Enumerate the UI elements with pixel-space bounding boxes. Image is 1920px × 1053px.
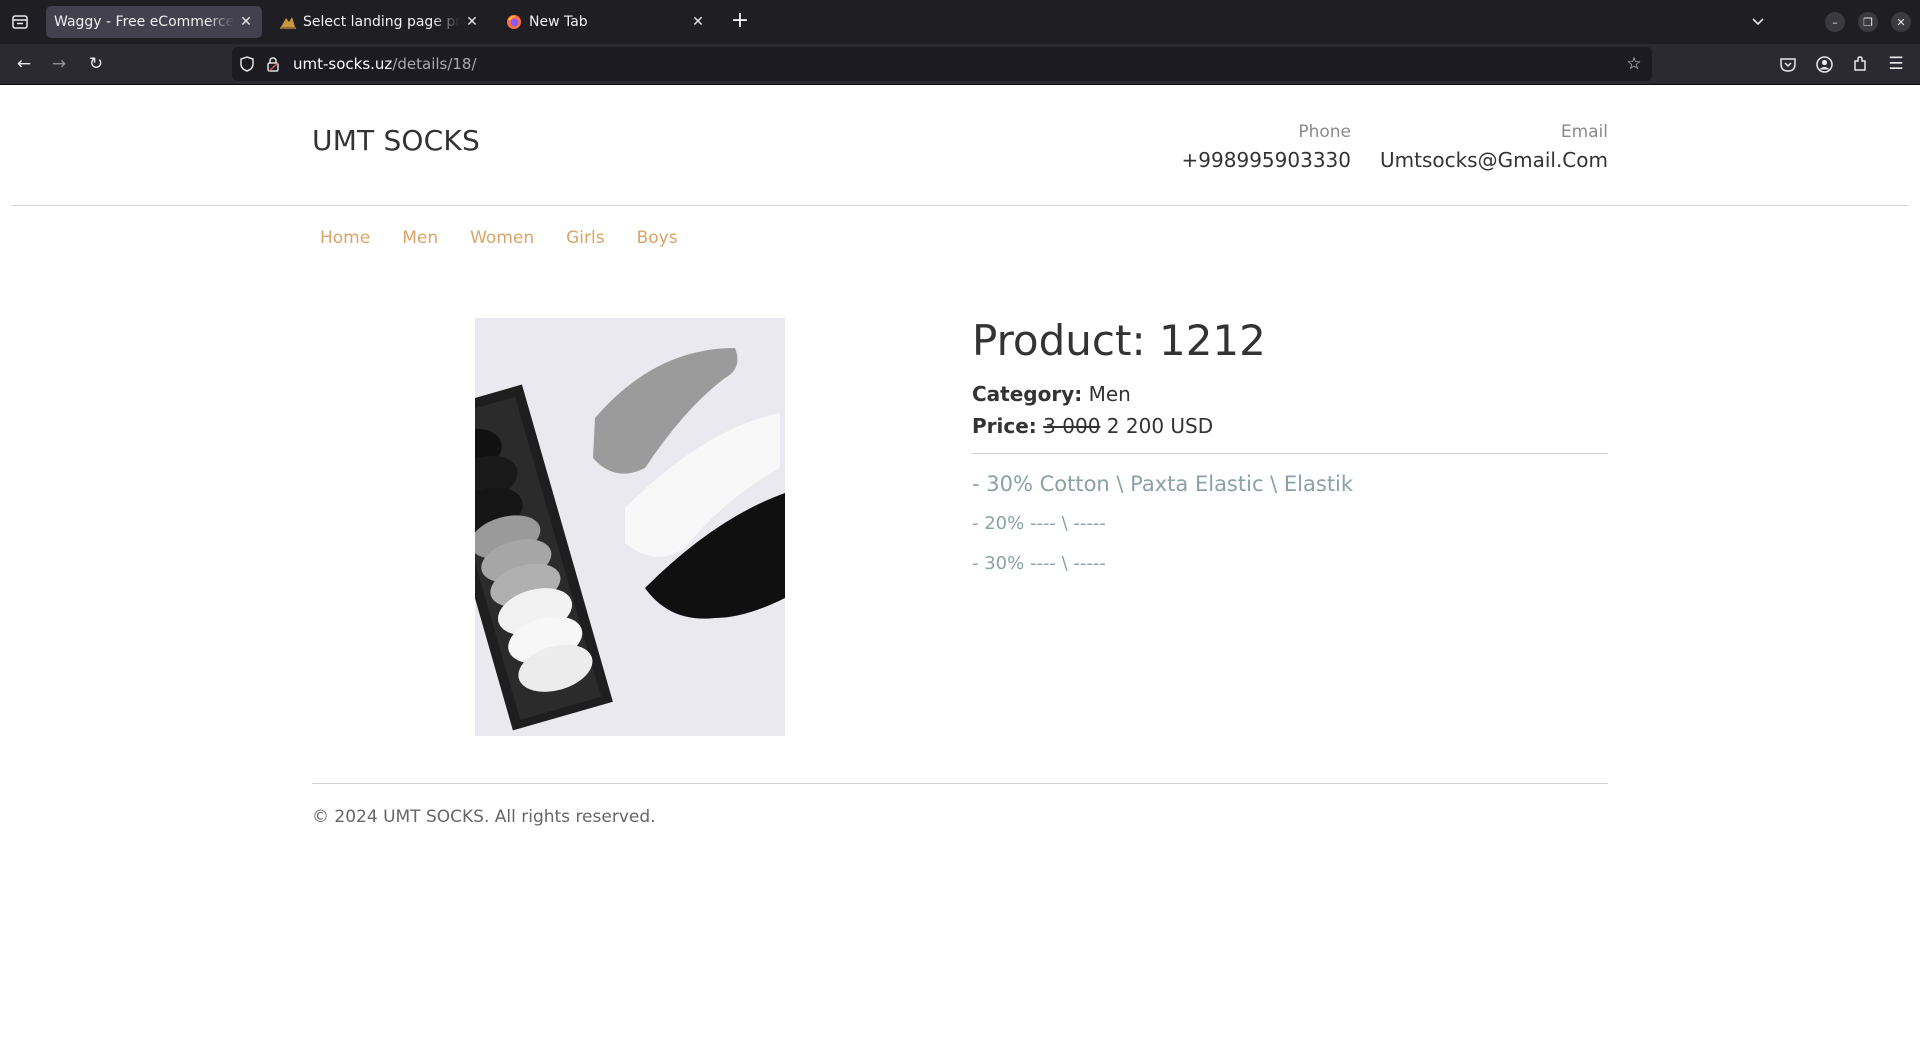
spec-line: - 20% ---- \ -----: [972, 513, 1106, 534]
main-nav: Home Men Women Girls Boys: [320, 228, 710, 248]
pocket-icon[interactable]: [1776, 52, 1800, 76]
browser-tab-bar: Waggy - Free eCommerce Pe ✕ Select landi…: [0, 0, 1920, 44]
firefox-view-icon[interactable]: [10, 12, 30, 32]
forward-icon[interactable]: →: [47, 52, 71, 76]
bookmark-star-icon[interactable]: ☆: [1624, 54, 1644, 74]
tab-title: Select landing page prod: [303, 14, 460, 30]
spec-line: - 30% Cotton \ Paxta Elastic \ Elastik: [972, 472, 1354, 496]
minimize-icon[interactable]: –: [1825, 12, 1845, 32]
account-icon[interactable]: [1812, 52, 1836, 76]
reload-icon[interactable]: ↻: [84, 52, 108, 76]
url-text[interactable]: umt-socks.uz/details/18/: [293, 55, 477, 73]
list-all-tabs-icon[interactable]: [1748, 12, 1768, 32]
menu-icon[interactable]: ☰: [1884, 52, 1908, 76]
nav-boys[interactable]: Boys: [637, 228, 678, 248]
tab-new-tab[interactable]: New Tab ✕: [498, 6, 714, 38]
lock-icon[interactable]: [264, 55, 282, 73]
email-contact: Email Umtsocks@Gmail.Com: [1380, 122, 1608, 172]
nav-men[interactable]: Men: [402, 228, 438, 248]
email-address[interactable]: Umtsocks@Gmail.Com: [1380, 148, 1608, 172]
bird-icon: [280, 14, 296, 30]
nav-girls[interactable]: Girls: [566, 228, 604, 248]
product-title: Product: 1212: [972, 316, 1266, 365]
restore-icon[interactable]: ❐: [1858, 12, 1878, 32]
product-price: Price: 3 000 2 200 USD: [972, 414, 1213, 438]
header-divider: [12, 205, 1908, 206]
close-window-icon[interactable]: ✕: [1891, 12, 1911, 32]
tab-title: New Tab: [529, 14, 588, 30]
current-price: 2 200 USD: [1106, 414, 1214, 438]
copyright-text: © 2024 UMT SOCKS. All rights reserved.: [312, 807, 656, 827]
url-domain: umt-socks.uz: [293, 55, 393, 73]
price-label: Price:: [972, 414, 1037, 438]
back-icon[interactable]: ←: [12, 52, 36, 76]
close-tab-icon[interactable]: ✕: [238, 14, 254, 30]
extensions-icon[interactable]: [1848, 52, 1872, 76]
tracking-shield-icon[interactable]: [238, 55, 256, 73]
email-label: Email: [1560, 122, 1608, 142]
nav-women[interactable]: Women: [470, 228, 534, 248]
site-logo[interactable]: UMT SOCKS: [312, 124, 480, 157]
close-tab-icon[interactable]: ✕: [464, 14, 480, 30]
old-price: 3 000: [1043, 414, 1101, 438]
details-divider: [972, 453, 1608, 454]
close-tab-icon[interactable]: ✕: [690, 14, 706, 30]
product-image: [475, 318, 785, 736]
tab-title: Waggy - Free eCommerce Pe: [54, 14, 234, 30]
nav-home[interactable]: Home: [320, 228, 370, 248]
browser-nav-bar: ← → ↻ umt-socks.uz/details/18/ ☆ ☰: [0, 44, 1920, 85]
firefox-icon: [506, 14, 522, 30]
footer-divider: [312, 783, 1608, 784]
phone-label: Phone: [1298, 122, 1351, 142]
url-path: /details/18/: [392, 55, 477, 73]
phone-number[interactable]: +998995903330: [1182, 148, 1351, 172]
url-bar[interactable]: umt-socks.uz/details/18/ ☆: [232, 47, 1652, 81]
tab-select-landing[interactable]: Select landing page prod ✕: [272, 6, 488, 38]
phone-contact: Phone +998995903330: [1182, 122, 1351, 172]
product-category: Category: Men: [972, 382, 1131, 406]
new-tab-button[interactable]: +: [728, 10, 752, 34]
spec-line: - 30% ---- \ -----: [972, 553, 1106, 574]
tab-waggy[interactable]: Waggy - Free eCommerce Pe ✕: [46, 6, 262, 38]
category-label: Category:: [972, 382, 1083, 406]
category-value: Men: [1088, 382, 1131, 406]
